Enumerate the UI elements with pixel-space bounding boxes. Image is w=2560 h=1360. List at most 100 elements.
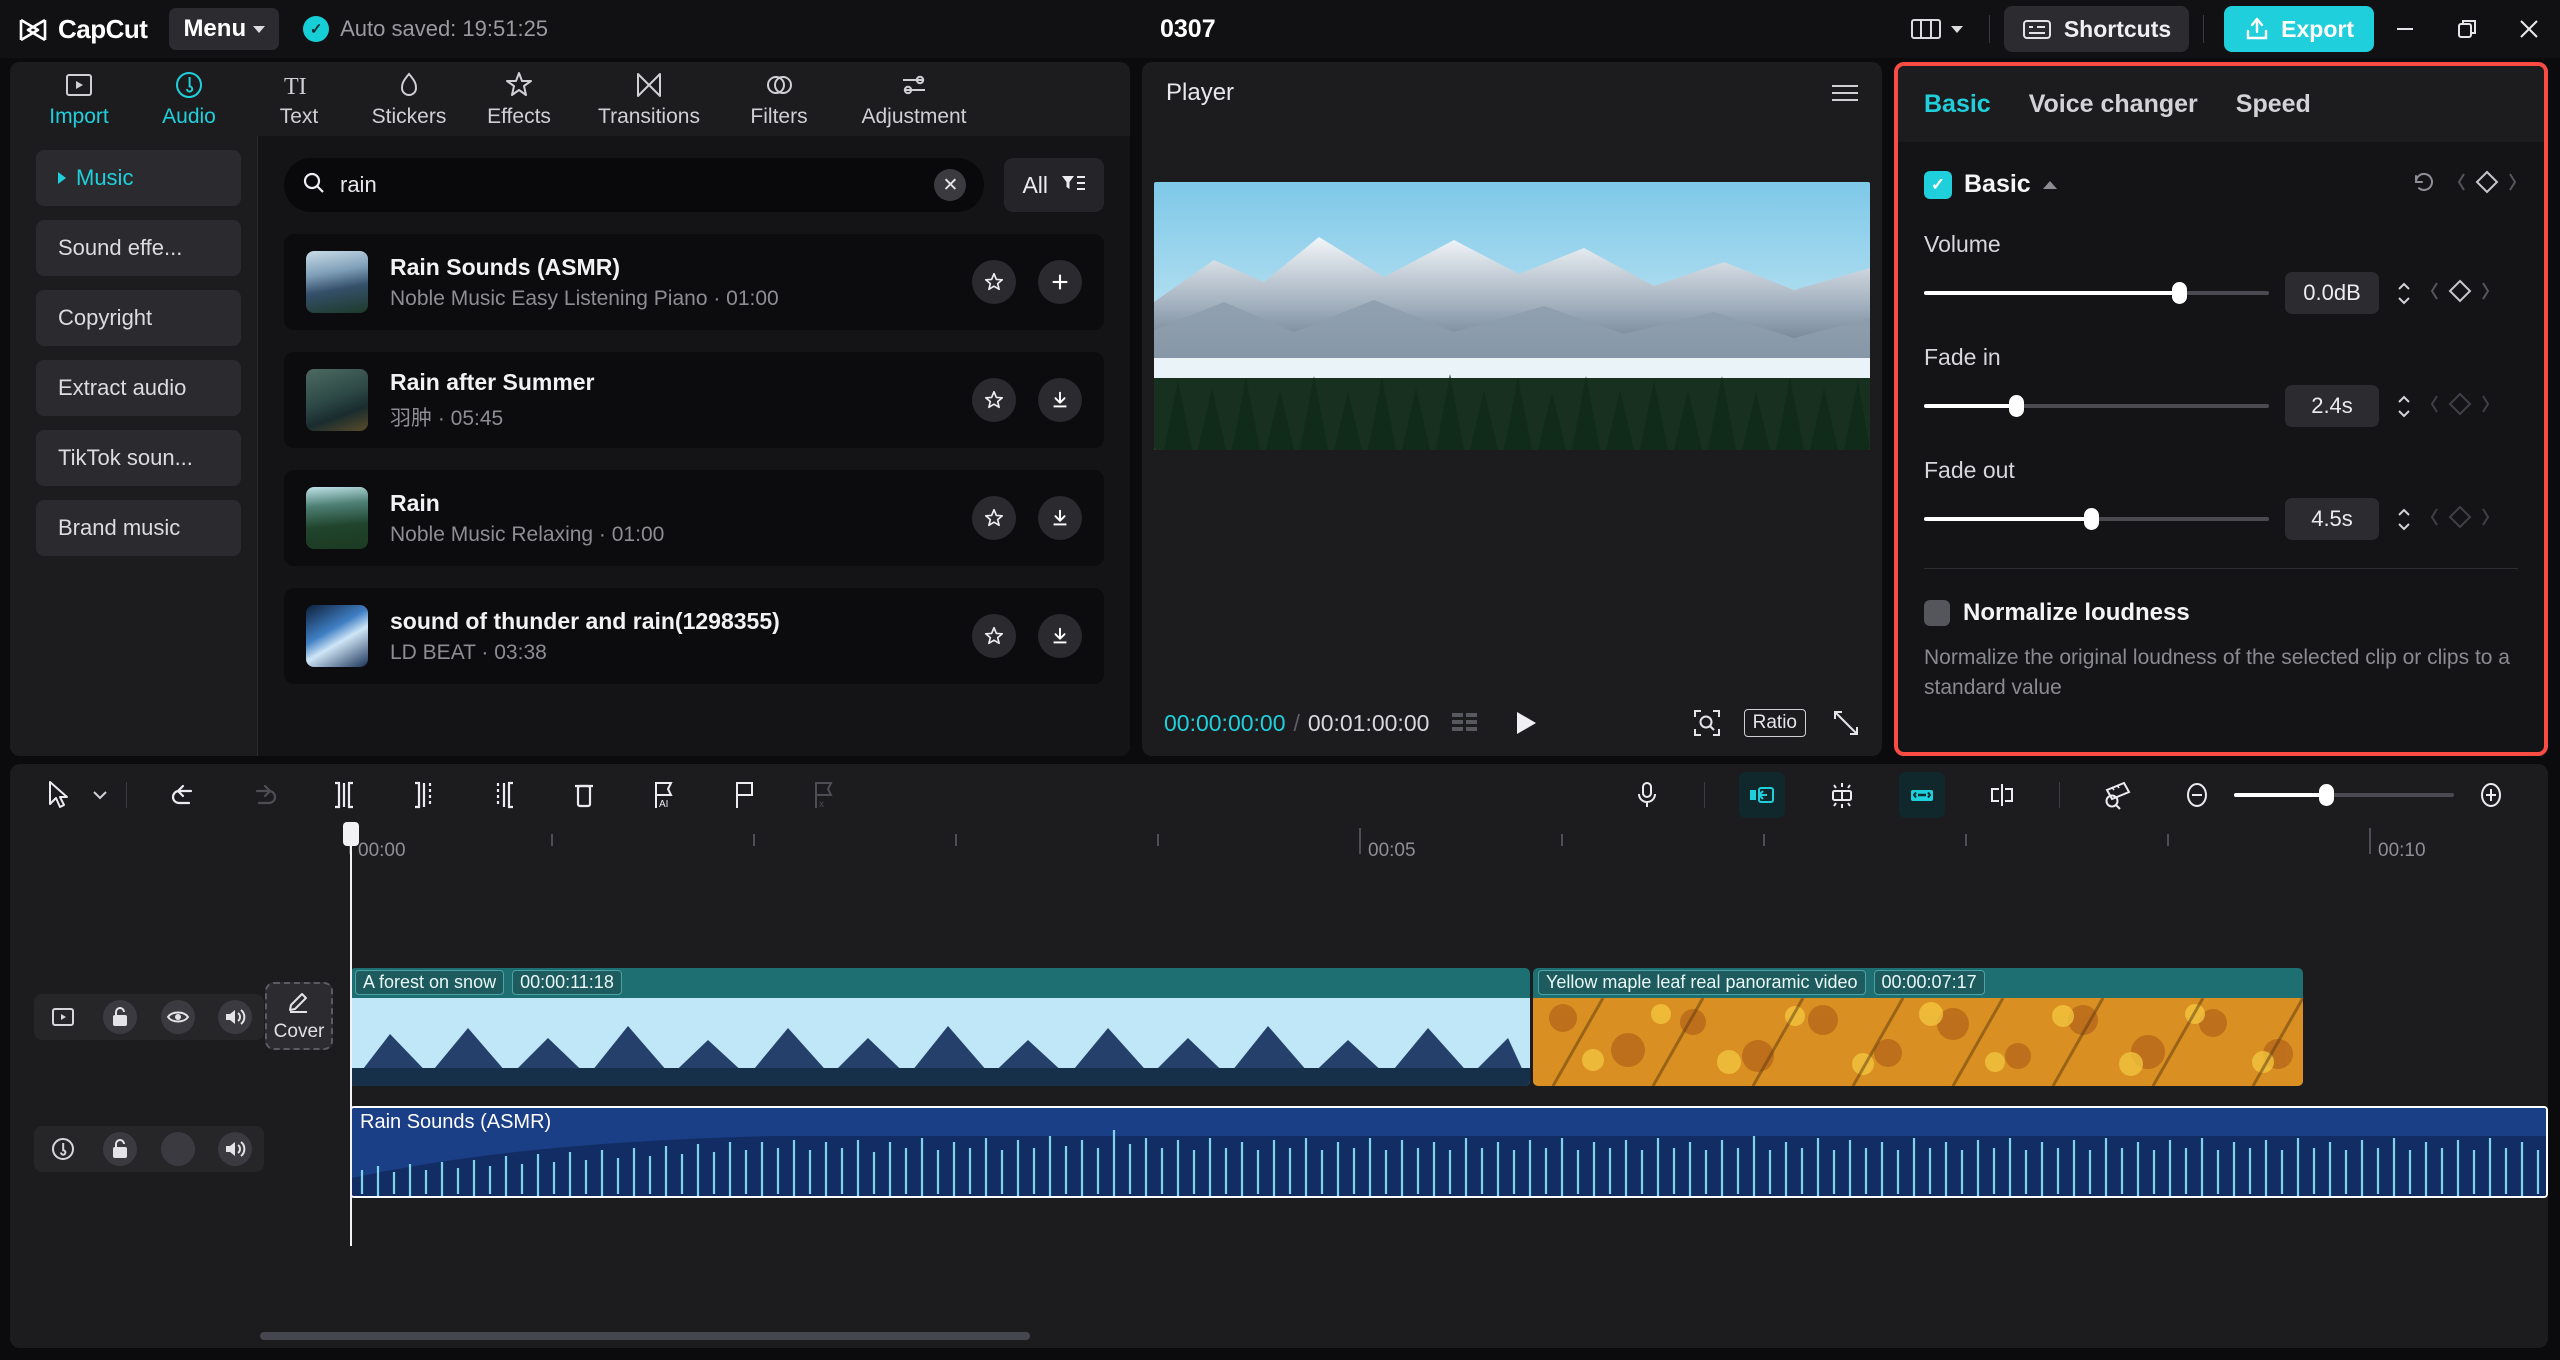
prev-keyframe-icon[interactable] [2429,280,2441,307]
timeline-clip-video-2[interactable]: Yellow maple leaf real panoramic video 0… [1533,968,2303,1086]
prev-keyframe-icon[interactable] [2429,506,2441,533]
diamond-icon[interactable] [2447,278,2473,309]
zoom-slider-handle[interactable] [2319,784,2334,806]
audio-note-icon[interactable] [46,1132,80,1166]
shortcuts-button[interactable]: Shortcuts [2004,6,2189,52]
category-sound-effects[interactable]: Sound effe... [36,220,241,276]
chevron-down-icon[interactable] [88,772,112,818]
timeline-clip-audio[interactable]: Rain Sounds (ASMR) [350,1106,2548,1198]
ratio-button[interactable]: Ratio [1744,709,1806,737]
lock-icon[interactable] [103,1132,137,1166]
zoom-in-icon[interactable] [2468,772,2514,818]
category-brand-music[interactable]: Brand music [36,500,241,556]
favorite-button[interactable] [972,378,1016,422]
mirror-icon[interactable] [1979,772,2025,818]
next-keyframe-icon[interactable] [2479,280,2491,307]
timeline-ruler[interactable]: 00:00 00:05 00:10 [10,826,2548,874]
link-icon[interactable] [1899,772,1945,818]
fade-out-stepper[interactable] [2395,507,2413,532]
snap-left-icon[interactable] [1739,772,1785,818]
search-input[interactable] [340,172,920,198]
download-button[interactable] [1038,496,1082,540]
fullscreen-icon[interactable] [1832,709,1860,737]
tab-import[interactable]: Import [24,62,134,136]
tab-audio[interactable]: Audio [134,62,244,136]
fade-in-slider[interactable] [1924,395,2269,417]
next-keyframe-icon[interactable] [2479,393,2491,420]
lock-icon[interactable] [103,1000,137,1034]
menu-button[interactable]: Menu [169,8,279,50]
volume-value[interactable]: 0.0dB [2285,272,2379,314]
tab-text[interactable]: TI Text [244,62,354,136]
fade-in-slider-handle[interactable] [2009,395,2024,417]
fade-out-slider-handle[interactable] [2084,508,2099,530]
close-button[interactable] [2498,0,2560,58]
diamond-icon[interactable] [2447,504,2473,535]
basic-checkbox[interactable]: ✓ [1924,171,1952,199]
split-icon[interactable] [321,772,367,818]
eye-icon[interactable] [161,1000,195,1034]
zoom-out-icon[interactable] [2174,772,2220,818]
list-item[interactable]: Rain Noble Music Relaxing · 01:00 [284,470,1104,566]
flag-delete-icon[interactable]: x [801,772,847,818]
ai-marker-icon[interactable]: AI [641,772,687,818]
tab-effects[interactable]: Effects [464,62,574,136]
next-keyframe-icon[interactable] [2506,171,2518,198]
select-cursor-icon[interactable] [36,772,82,818]
delete-icon[interactable] [561,772,607,818]
category-extract-audio[interactable]: Extract audio [36,360,241,416]
fade-out-slider[interactable] [1924,508,2269,530]
prev-keyframe-icon[interactable] [2429,393,2441,420]
cover-button[interactable]: Cover [265,982,333,1050]
filter-button[interactable]: All [1004,158,1104,212]
maximize-button[interactable] [2436,0,2498,58]
video-preview[interactable] [1154,182,1870,450]
tab-transitions[interactable]: Transitions [574,62,724,136]
zoom-slider[interactable] [2234,784,2454,806]
tab-speed[interactable]: Speed [2236,90,2311,119]
volume-slider-handle[interactable] [2172,282,2187,304]
fade-out-value[interactable]: 4.5s [2285,498,2379,540]
tab-basic[interactable]: Basic [1924,90,1991,119]
redo-icon[interactable] [241,772,287,818]
tab-voice-changer[interactable]: Voice changer [2029,90,2198,119]
fade-in-value[interactable]: 2.4s [2285,385,2379,427]
current-time[interactable]: 00:00:00:00 [1164,710,1286,737]
favorite-button[interactable] [972,496,1016,540]
zoom-fit-icon[interactable] [1692,708,1722,738]
volume-icon[interactable] [218,1132,252,1166]
auto-fit-icon[interactable] [1819,772,1865,818]
volume-stepper[interactable] [2395,281,2413,306]
tab-adjustment[interactable]: Adjustment [834,62,994,136]
clip-icon[interactable] [46,1000,80,1034]
download-button[interactable] [1038,378,1082,422]
export-button[interactable]: Export [2224,6,2374,52]
volume-slider[interactable] [1924,282,2269,304]
list-item[interactable]: sound of thunder and rain(1298355) LD BE… [284,588,1104,684]
diamond-icon[interactable] [2447,391,2473,422]
prev-keyframe-icon[interactable] [2456,171,2468,198]
favorite-button[interactable] [972,614,1016,658]
add-to-timeline-button[interactable] [1038,260,1082,304]
category-music[interactable]: Music [36,150,241,206]
timeline-canvas[interactable]: Cover A forest on snow [10,874,2548,1348]
hamburger-icon[interactable] [1832,85,1858,101]
chevron-up-icon[interactable] [2043,181,2057,189]
tab-filters[interactable]: Filters [724,62,834,136]
clear-search-icon[interactable]: ✕ [934,169,966,201]
fade-in-stepper[interactable] [2395,394,2413,419]
trim-left-icon[interactable] [401,772,447,818]
list-item[interactable]: Rain Sounds (ASMR) Noble Music Easy List… [284,234,1104,330]
reset-icon[interactable] [2410,168,2438,201]
tab-stickers[interactable]: Stickers [354,62,464,136]
microphone-icon[interactable] [1624,772,1670,818]
trim-right-icon[interactable] [481,772,527,818]
list-item[interactable]: Rain after Summer 羽肿 · 05:45 [284,352,1104,448]
timeline-scrollbar[interactable] [260,1332,1030,1340]
favorite-button[interactable] [972,260,1016,304]
volume-icon[interactable] [218,1000,252,1034]
undo-icon[interactable] [161,772,207,818]
next-keyframe-icon[interactable] [2479,506,2491,533]
timeline-clip-video-1[interactable]: A forest on snow 00:00:11:18 [350,968,1530,1086]
category-tiktok-sounds[interactable]: TikTok soun... [36,430,241,486]
